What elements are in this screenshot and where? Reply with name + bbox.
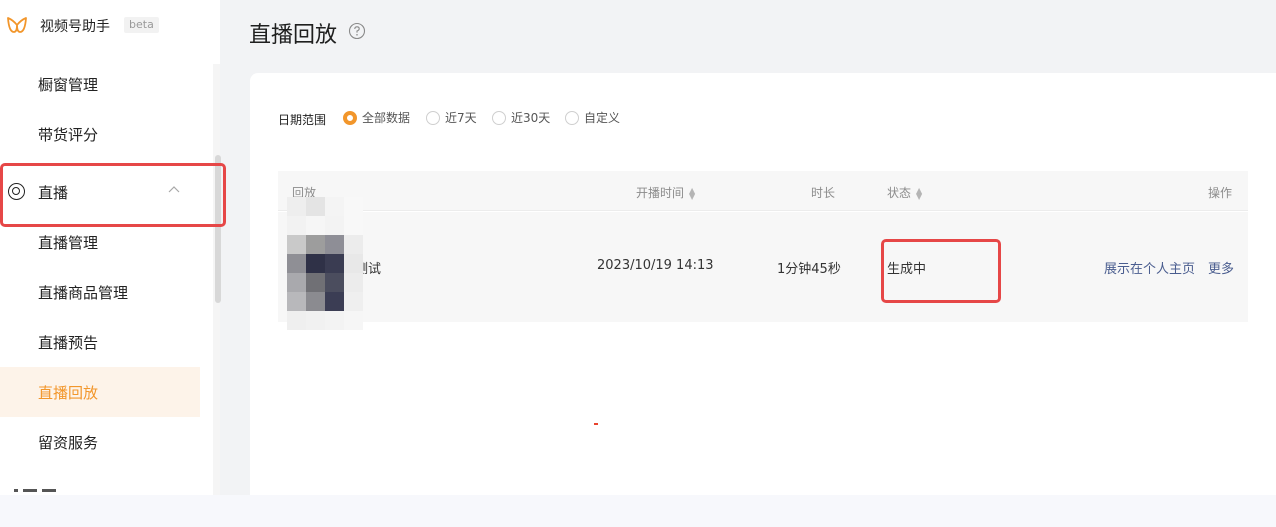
annotation-highlight-live-group [0,163,226,227]
sort-icon[interactable]: ▲ ▼ [689,186,695,200]
replay-thumbnail[interactable] [287,197,363,330]
radio-dot [343,111,357,125]
column-header-label: 状态 [887,186,912,200]
sidebar-item-label: 直播管理 [38,234,99,252]
radio-label: 全部数据 [362,111,411,125]
app-logo-icon [7,17,27,33]
column-header-status[interactable]: 状态 ▲ ▼ [887,184,922,201]
question-circle-icon[interactable] [348,22,366,40]
column-header-label: 开播时间 [636,186,685,200]
show-on-profile-link[interactable]: 展示在个人主页 [1104,258,1195,277]
logo-row: 视频号助手 beta [0,0,220,52]
column-header-start-time[interactable]: 开播时间 ▲ ▼ [636,184,695,201]
app-name: 视频号助手 [40,19,110,35]
radio-label: 自定义 [584,111,621,125]
sidebar-item-live-products[interactable]: 直播商品管理 [0,267,200,317]
replay-title-rest: 试 [368,262,382,277]
sidebar-item-window-management[interactable]: 橱窗管理 [0,59,200,109]
sidebar-item-label: 留资服务 [38,434,99,452]
replay-title: 测试 [362,258,381,277]
sidebar-item-label: 橱窗管理 [38,76,99,94]
start-time-value: 2023/10/19 14:13 [597,258,714,273]
stray-mark [594,423,598,425]
radio-label: 近7天 [445,111,477,125]
column-header-duration: 时长 [811,186,836,200]
duration-value: 1分钟45秒 [777,262,841,277]
annotation-highlight-status [881,239,1001,303]
sidebar-item-lead-service[interactable]: 留资服务 [0,417,200,467]
more-actions-link[interactable]: 更多 [1208,258,1234,277]
column-header-actions: 操作 [1208,186,1233,200]
radio-dot [426,111,440,125]
beta-badge: beta [124,17,159,33]
table-row: 测试 2023/10/19 14:13 1分钟45秒 生成中 展示在个人主页 更… [278,212,1248,322]
page-title: 直播回放 [249,23,338,48]
sidebar-item-label: 直播商品管理 [38,284,129,302]
radio-dot [492,111,506,125]
sidebar-item-label: 带货评分 [38,126,99,144]
date-range-label: 日期范围 [278,113,327,127]
sidebar-item-live-replay[interactable]: 直播回放 [0,367,200,417]
bottom-strip [0,495,1276,527]
radio-label: 近30天 [511,111,551,125]
sidebar: 视频号助手 beta 橱窗管理 带货评分 直播 直播管理 直播商品管理 直播预告… [0,0,220,495]
sidebar-item-live-preview[interactable]: 直播预告 [0,317,200,367]
sidebar-item-label: 直播预告 [38,334,99,352]
sidebar-item-label: 直播回放 [38,384,99,402]
sort-icon[interactable]: ▲ ▼ [916,186,922,200]
table-header: 回放 开播时间 ▲ ▼ 时长 状态 ▲ ▼ 操作 [278,171,1248,211]
sidebar-item-sales-rating[interactable]: 带货评分 [0,109,200,159]
radio-dot [565,111,579,125]
